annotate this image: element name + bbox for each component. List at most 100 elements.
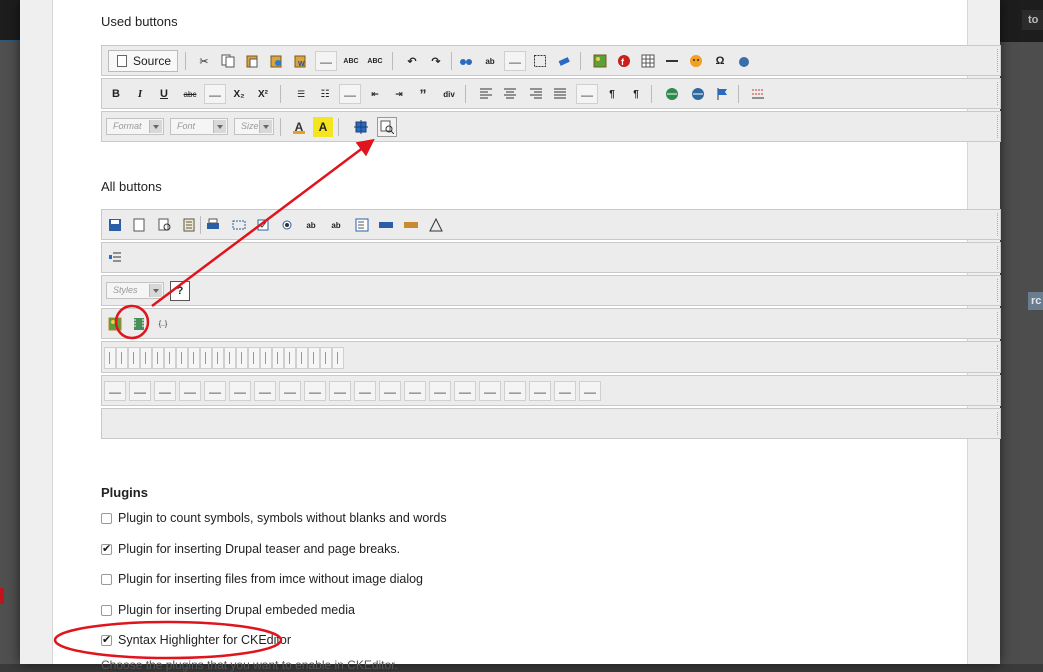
cut-icon[interactable]: ✂ (194, 51, 214, 71)
plugin-counter-option[interactable]: Plugin to count symbols, symbols without… (101, 511, 447, 525)
separator-item[interactable] (164, 347, 176, 369)
bg-color-icon[interactable]: A (313, 117, 333, 137)
separator-item[interactable] (272, 347, 284, 369)
align-center-icon[interactable] (500, 84, 520, 104)
media-icon[interactable] (129, 314, 149, 334)
spacer-button[interactable]: — (379, 381, 401, 401)
horizontal-rule-icon[interactable] (662, 51, 682, 71)
spacer-button[interactable]: — (479, 381, 501, 401)
textarea-icon[interactable]: ab (326, 215, 346, 235)
show-blocks-icon[interactable] (105, 248, 125, 268)
find-icon[interactable] (456, 51, 476, 71)
strike-icon[interactable]: abc (180, 84, 200, 104)
separator-item[interactable] (200, 347, 212, 369)
create-div-icon[interactable]: div (439, 84, 459, 104)
font-combo[interactable]: Font (170, 118, 228, 135)
blockquote-icon[interactable]: ” (413, 84, 433, 104)
plugin-teaser-option[interactable]: Plugin for inserting Drupal teaser and p… (101, 542, 400, 556)
spacer-button[interactable]: — (204, 84, 226, 104)
bold-icon[interactable]: B (106, 84, 126, 104)
separator-item[interactable] (284, 347, 296, 369)
justify-icon[interactable] (550, 84, 570, 104)
separator-item[interactable] (296, 347, 308, 369)
scayt-icon[interactable]: ABC (365, 51, 385, 71)
plugin-imce-option[interactable]: Plugin for inserting files from imce wit… (101, 572, 423, 586)
plugin-syntaxhighlight-option[interactable]: Syntax Highlighter for CKEditor (101, 633, 291, 647)
copy-icon[interactable] (218, 51, 238, 71)
hidden-field-icon[interactable] (426, 215, 446, 235)
paste-word-icon[interactable]: W (290, 51, 310, 71)
redo-icon[interactable]: ↷ (426, 51, 446, 71)
select-icon[interactable] (352, 215, 372, 235)
separator-item[interactable] (248, 347, 260, 369)
styles-combo[interactable]: Styles (106, 282, 164, 299)
text-color-icon[interactable]: A (289, 117, 309, 137)
indent-icon[interactable]: ⇥ (389, 84, 409, 104)
spacer-button[interactable]: — (254, 381, 276, 401)
used-toolbar-row-2[interactable]: B I U abc — X₂ X² ☰ ☷ — ⇤ ⇥ ” div — ¶ ¶ (101, 78, 1001, 109)
superscript-icon[interactable]: X² (253, 84, 273, 104)
all-toolbar-row-1[interactable]: ab ab (101, 209, 1001, 240)
separator-item[interactable] (308, 347, 320, 369)
templates-icon[interactable] (179, 215, 199, 235)
separator-item[interactable] (224, 347, 236, 369)
numbered-list-icon[interactable]: ☰ (291, 84, 311, 104)
italic-icon[interactable]: I (130, 84, 150, 104)
spacer-button[interactable]: — (354, 381, 376, 401)
all-toolbar-row-3[interactable]: Styles ? (101, 275, 1001, 306)
checkbox-icon[interactable] (253, 215, 273, 235)
align-left-icon[interactable] (476, 84, 496, 104)
spacer-button[interactable]: — (279, 381, 301, 401)
source-button[interactable]: Source (108, 50, 178, 72)
maximize-icon[interactable] (351, 117, 371, 137)
smiley-icon[interactable] (686, 51, 706, 71)
spellcheck-icon[interactable]: ABC (341, 51, 361, 71)
spacer-button[interactable]: — (204, 381, 226, 401)
spacer-button[interactable]: — (104, 381, 126, 401)
rtl-icon[interactable]: ¶ (626, 84, 646, 104)
paste-text-icon[interactable] (266, 51, 286, 71)
spacer-button[interactable]: — (129, 381, 151, 401)
size-combo[interactable]: Size (234, 118, 274, 135)
all-toolbar-row-4[interactable]: {..} (101, 308, 1001, 339)
all-toolbar-row-5[interactable] (101, 341, 1001, 373)
separator-item[interactable] (104, 347, 116, 369)
page-break-icon[interactable] (734, 51, 754, 71)
format-combo[interactable]: Format (106, 118, 164, 135)
spacer-button[interactable]: — (179, 381, 201, 401)
button-icon[interactable] (376, 215, 396, 235)
all-toolbar-row-6[interactable]: — — — — — — — — — — — — — — — — — — — — (101, 375, 1001, 406)
spacer-button[interactable]: — (329, 381, 351, 401)
separator-item[interactable] (320, 347, 332, 369)
separator-item[interactable] (152, 347, 164, 369)
anchor-icon[interactable] (712, 84, 732, 104)
print-icon[interactable] (203, 215, 223, 235)
underline-icon[interactable]: U (154, 84, 174, 104)
save-icon[interactable] (105, 215, 125, 235)
spacer-button[interactable]: — (154, 381, 176, 401)
paste-icon[interactable] (242, 51, 262, 71)
about-icon[interactable]: ? (170, 281, 190, 301)
outdent-icon[interactable]: ⇤ (365, 84, 385, 104)
all-toolbar-row-empty[interactable] (101, 408, 1001, 439)
separator-item[interactable] (140, 347, 152, 369)
plugin-teaser-checkbox[interactable] (101, 542, 112, 555)
bulleted-list-icon[interactable]: ☷ (315, 84, 335, 104)
plugin-media-option[interactable]: Plugin for inserting Drupal embeded medi… (101, 603, 355, 617)
plugin-media-checkbox[interactable] (101, 604, 112, 616)
link-icon[interactable] (662, 84, 682, 104)
ltr-icon[interactable]: ¶ (602, 84, 622, 104)
separator-item[interactable] (116, 347, 128, 369)
spacer-button[interactable]: — (576, 84, 598, 104)
spacer-button[interactable]: — (304, 381, 326, 401)
used-toolbar-row-1[interactable]: Source ✂ W — ABC ABC ↶ ↷ ab — f Ω (101, 45, 1001, 76)
flash-icon[interactable]: f (614, 51, 634, 71)
plugin-counter-checkbox[interactable] (101, 512, 112, 524)
radio-icon[interactable] (277, 215, 297, 235)
spacer-button[interactable]: — (454, 381, 476, 401)
spacer-button[interactable]: — (579, 381, 601, 401)
spacer-button[interactable]: — (229, 381, 251, 401)
separator-item[interactable] (128, 347, 140, 369)
select-all-icon[interactable] (530, 51, 550, 71)
separator-item[interactable] (212, 347, 224, 369)
